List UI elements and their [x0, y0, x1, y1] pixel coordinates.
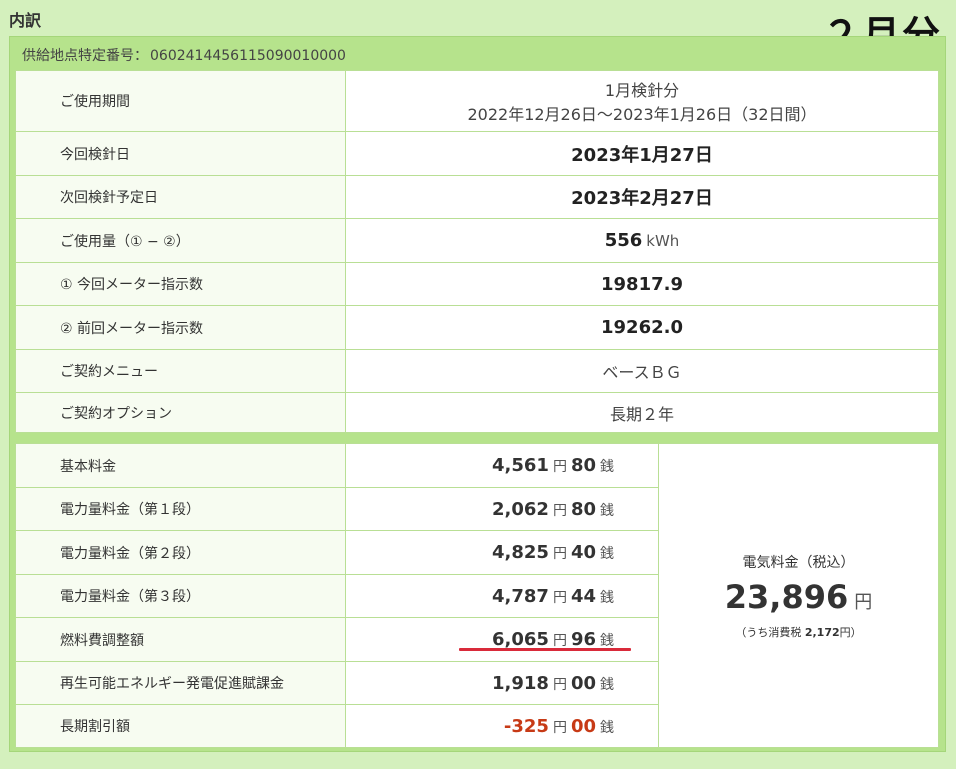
charge-label: 長期割引額	[15, 704, 346, 748]
next-reading-date-value: 2023年2月27日	[571, 188, 713, 209]
period-value-line1: 1月検針分	[604, 81, 680, 100]
charge-sen: 44	[570, 585, 596, 607]
charge-yen: 6,065	[492, 629, 549, 650]
total-cell: 電気料金（税込） 23,896 円 （うち消費税 2,172円）	[658, 443, 939, 748]
charge-label: 電力量料金（第３段）	[15, 574, 346, 618]
charge-yen: 4,825	[492, 542, 549, 563]
period-label: ご使用期間	[15, 70, 346, 132]
next-reading-date-label: 次回検針予定日	[15, 175, 346, 219]
discount-yen: -325	[503, 715, 549, 737]
this-reading-date-value: 2023年1月27日	[571, 144, 713, 166]
current-meter-label: ① 今回メーター指示数	[15, 262, 346, 306]
charge-amount: 4,561 円 80 銭	[345, 443, 659, 488]
section-title: 内訳	[9, 11, 42, 30]
charge-label: 再生可能エネルギー発電促進賦課金	[15, 661, 346, 705]
table-row: 基本料金 4,561 円 80 銭 電気料金（税込） 23,896 円 （うち消費税 2…	[15, 443, 939, 748]
sen-unit: 銭	[600, 589, 614, 606]
yen-unit: 円	[552, 719, 567, 736]
sen-unit: 銭	[600, 546, 614, 562]
usage-value: 556	[604, 230, 643, 251]
charge-sen: 96	[570, 629, 596, 650]
charges-table: 基本料金 4,561 円 80 銭 電気料金（税込） 23,896 円 （うち消費税 2…	[15, 443, 939, 748]
yen-unit: 円	[552, 676, 567, 693]
charge-amount: 4,787 円 44 銭	[345, 574, 659, 618]
table-row: ご使用量（① − ②） 556 kWh	[15, 218, 939, 263]
charge-amount: 1,918 円 00 銭	[345, 661, 659, 705]
supply-point-label: 供給地点特定番号：	[22, 48, 148, 64]
current-meter-value: 19817.9	[601, 273, 683, 295]
yen-unit: 円	[552, 633, 567, 649]
tax-prefix: （うち消費税	[735, 625, 805, 639]
usage-label: ご使用量（① − ②）	[15, 218, 346, 263]
supply-point-id: 供給地点特定番号： 0602414456115090010000	[22, 45, 346, 65]
total-unit: 円	[854, 591, 873, 613]
this-reading-date-label: 今回検針日	[15, 131, 346, 176]
period-value-line2: 2022年12月26日～2023年1月26日（32日間）	[467, 105, 817, 124]
highlight-underline	[459, 648, 631, 651]
yen-unit: 円	[552, 589, 567, 606]
charge-amount: 6,065 円 96 銭	[345, 617, 659, 662]
tax-value: 2,172	[804, 625, 840, 639]
charge-label: 電力量料金（第２段）	[15, 530, 346, 575]
charge-yen: 2,062	[492, 498, 549, 520]
charge-yen: 4,561	[492, 455, 549, 476]
option-value: 長期２年	[609, 404, 674, 424]
total-value: 23,896	[724, 577, 849, 616]
total-amount: 23,896 円	[659, 578, 938, 616]
sen-unit: 銭	[600, 459, 614, 475]
charge-yen: 1,918	[492, 672, 549, 694]
sen-unit: 銭	[600, 502, 614, 519]
table-row: ② 前回メーター指示数 19262.0	[15, 305, 939, 350]
option-label: ご契約オプション	[15, 392, 346, 433]
charge-label: 電力量料金（第１段）	[15, 487, 346, 531]
tax-suffix: 円）	[839, 625, 862, 639]
table-row: ご契約メニュー ベースＢＧ	[15, 349, 939, 393]
sen-unit: 銭	[600, 676, 614, 693]
charge-label: 基本料金	[15, 443, 346, 488]
charge-label: 燃料費調整額	[15, 617, 346, 662]
yen-unit: 円	[552, 546, 567, 562]
charge-sen: 00	[570, 672, 596, 694]
plan-label: ご契約メニュー	[15, 349, 346, 393]
tax-note: （うち消費税 2,172円）	[659, 624, 938, 640]
previous-meter-label: ② 前回メーター指示数	[15, 305, 346, 350]
yen-unit: 円	[552, 459, 567, 475]
charge-yen: 4,787	[492, 585, 549, 607]
usage-details-table: ご使用期間 1月検針分 2022年12月26日～2023年1月26日（32日間）…	[15, 70, 939, 433]
charge-sen: 40	[570, 542, 596, 563]
yen-unit: 円	[552, 502, 567, 519]
table-row: 今回検針日 2023年1月27日	[15, 131, 939, 176]
supply-point-number: 0602414456115090010000	[150, 48, 346, 64]
table-row: ご使用期間 1月検針分 2022年12月26日～2023年1月26日（32日間）	[15, 70, 939, 132]
charge-sen: 80	[570, 498, 596, 520]
charge-amount: 2,062 円 80 銭	[345, 487, 659, 531]
table-row: ① 今回メーター指示数 19817.9	[15, 262, 939, 306]
usage-unit: kWh	[646, 232, 680, 250]
period-value: 1月検針分 2022年12月26日～2023年1月26日（32日間）	[345, 70, 939, 132]
total-label: 電気料金（税込）	[742, 554, 855, 571]
discount-sen: 00	[570, 715, 596, 737]
sen-unit: 銭	[600, 719, 614, 736]
plan-value: ベースＢＧ	[602, 363, 682, 382]
sen-unit: 銭	[600, 633, 614, 649]
charge-sen: 80	[570, 455, 596, 476]
previous-meter-value: 19262.0	[601, 317, 683, 338]
charge-amount: -325 円 00 銭	[345, 704, 659, 748]
table-row: ご契約オプション 長期２年	[15, 392, 939, 433]
table-row: 次回検針予定日 2023年2月27日	[15, 175, 939, 219]
charge-amount: 4,825 円 40 銭	[345, 530, 659, 575]
